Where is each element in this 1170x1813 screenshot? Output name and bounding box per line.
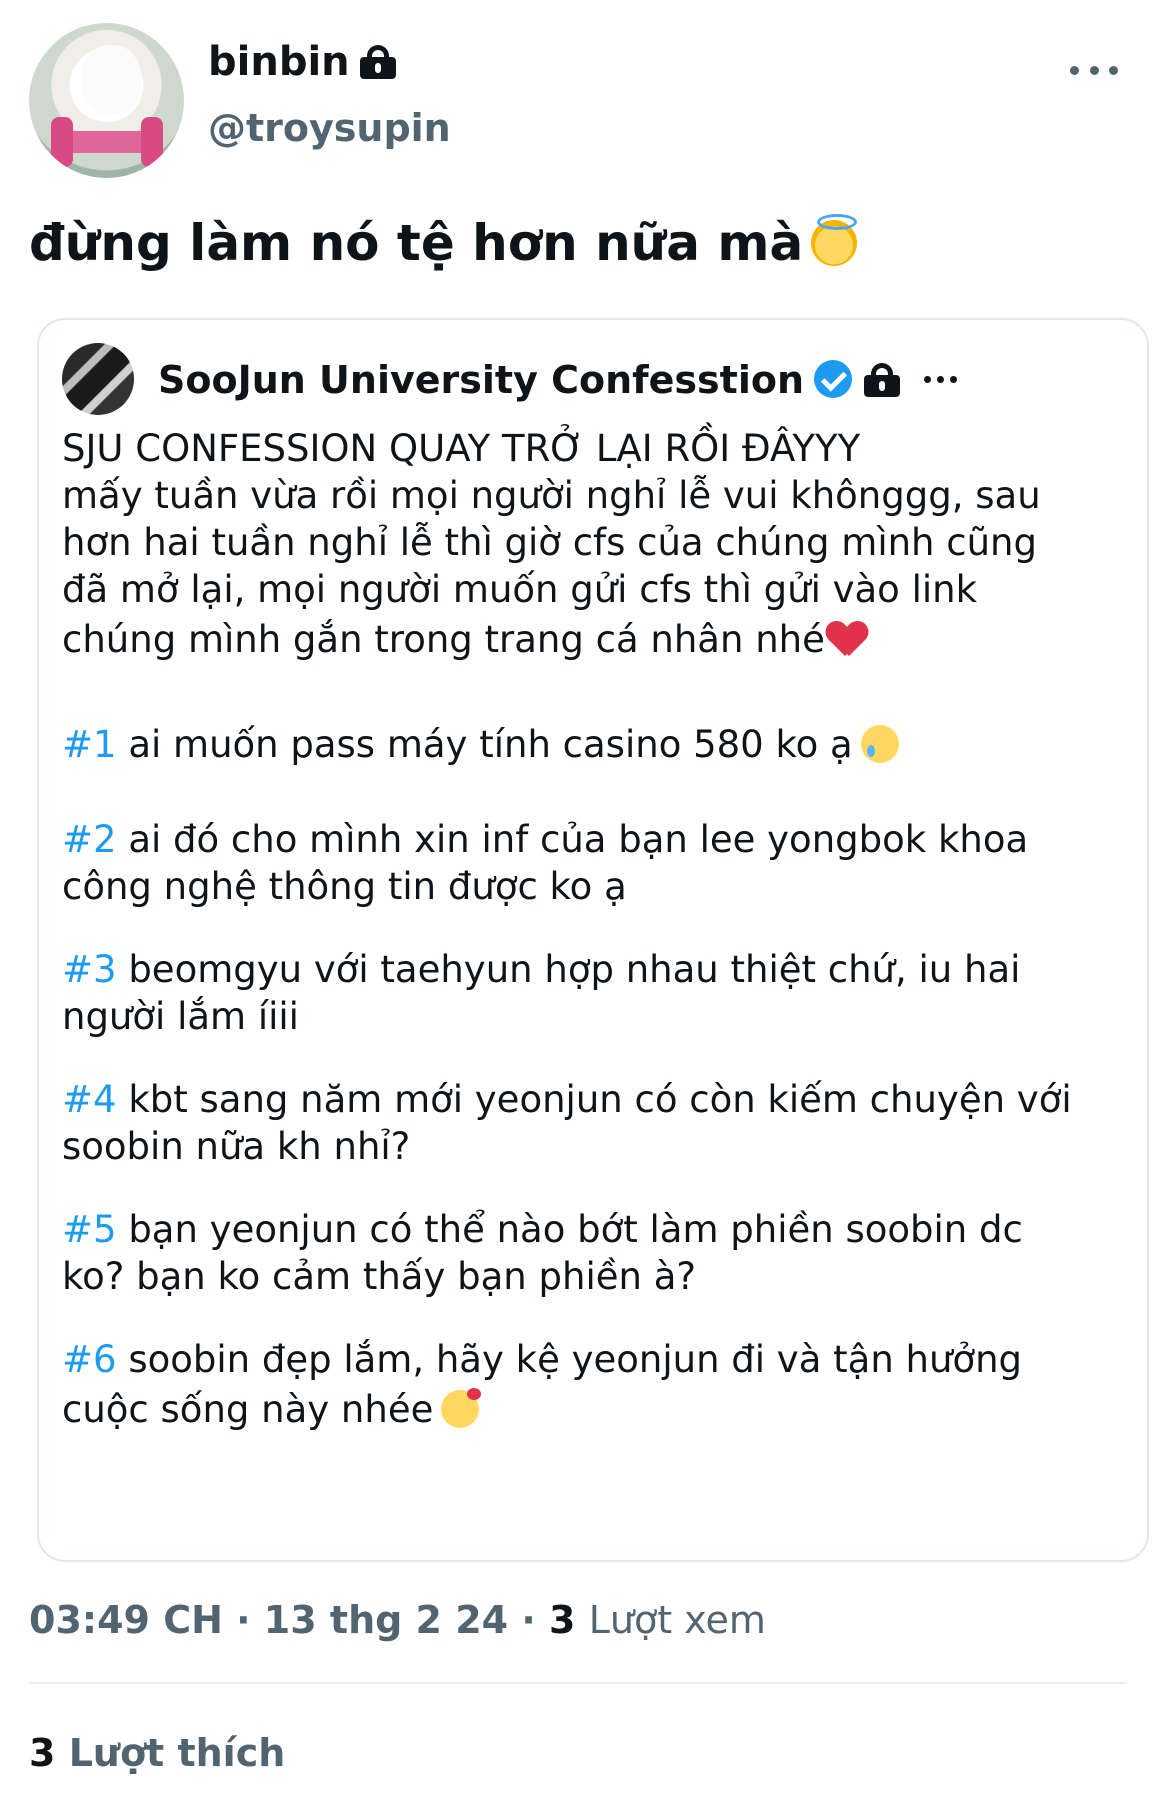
confession-text: người lắm íiii (62, 995, 299, 1038)
divider (29, 1682, 1127, 1684)
red-heart-icon (833, 622, 873, 658)
confession-text: công nghệ thông tin được ko ạ (62, 865, 627, 908)
confession-text: ai đó cho mình xin inf của bạn lee yongb… (128, 818, 1029, 861)
intro-line: đã mở lại, mọi người muốn gửi cfs thì gử… (62, 568, 978, 611)
quoted-tweet-body: SJU CONFESSION QUAY TRỞ LẠI RỒI ĐÂYYY mấ… (62, 425, 1122, 1433)
author-handle[interactable]: @troysupin (208, 102, 451, 154)
hashtag-link[interactable]: #5 (62, 1208, 117, 1251)
lock-icon (864, 363, 901, 397)
hashtag-link[interactable]: #6 (62, 1338, 117, 1381)
tweet-date[interactable]: 13 thg 2 24 (264, 1598, 508, 1642)
confession-item: #5 bạn yeonjun có thể nào bớt làm phiền … (62, 1206, 1122, 1253)
intro-line: SJU CONFESSION QUAY TRỞ LẠI RỒI ĐÂYYY (62, 427, 861, 470)
confession-text: beomgyu với taehyun hợp nhau thiệt chứ, … (128, 948, 1021, 991)
avatar-face (81, 45, 141, 115)
confession-item: #4 kbt sang năm mới yeonjun có còn kiếm … (62, 1076, 1122, 1123)
quoted-avatar[interactable] (62, 343, 134, 415)
author-display-name[interactable]: binbin (208, 36, 396, 88)
confession-text: soobin đẹp lắm, hãy kệ yeonjun đi và tận… (128, 1338, 1023, 1381)
likes-count: 3 (29, 1731, 56, 1775)
confession-text: ai muốn pass máy tính casino 580 ko ạ (128, 723, 853, 766)
author-avatar[interactable] (29, 23, 184, 178)
quoted-more-icon (924, 376, 957, 383)
confession-text: cuộc sống này nhée (62, 1388, 434, 1431)
views-label: Lượt xem (588, 1598, 766, 1642)
tweet-time[interactable]: 03:49 CH (29, 1598, 223, 1642)
smiling-face-with-halo-icon (811, 214, 858, 266)
confession-item: #1 ai muốn pass máy tính casino 580 ko ạ (62, 721, 1122, 768)
intro-line: chúng mình gắn trong trang cá nhân nhé (62, 616, 1122, 663)
quoted-author-name[interactable]: SooJun University Confesstion (158, 355, 901, 405)
confession-item: #6 soobin đẹp lắm, hãy kệ yeonjun đi và … (62, 1336, 1122, 1383)
avatar-dumbbell (51, 117, 163, 167)
tweet-text-content: đừng làm nó tệ hơn nữa mà (29, 214, 804, 272)
hashtag-link[interactable]: #2 (62, 818, 117, 861)
tweet-meta: 03:49 CH · 13 thg 2 24 · 3 Lượt xem (29, 1598, 766, 1642)
confession-text: bạn yeonjun có thể nào bớt làm phiền soo… (128, 1208, 1023, 1251)
hashtag-link[interactable]: #1 (62, 723, 117, 766)
confession-item: #2 ai đó cho mình xin inf của bạn lee yo… (62, 816, 1122, 863)
confession-text: kbt sang năm mới yeonjun có còn kiếm chu… (128, 1078, 1072, 1121)
intro-line: hơn hai tuần nghỉ lễ thì giờ cfs của chú… (62, 521, 1037, 564)
quoted-name-text: SooJun University Confesstion (158, 358, 805, 402)
likes-label: Lượt thích (68, 1731, 286, 1775)
hashtag-link[interactable]: #3 (62, 948, 117, 991)
likes-link[interactable]: 3 Lượt thích (29, 1728, 285, 1778)
tweet-text: đừng làm nó tệ hơn nữa mà (29, 210, 858, 276)
intro-line: mấy tuần vừa rồi mọi người nghỉ lễ vui k… (62, 474, 1041, 517)
views-count: 3 (549, 1598, 576, 1642)
display-name-text: binbin (208, 39, 350, 85)
hashtag-link[interactable]: #4 (62, 1078, 117, 1121)
crying-face-icon (860, 725, 899, 763)
face-blowing-kiss-icon (441, 1388, 482, 1428)
confession-text: ko? bạn ko cảm thấy bạn phiền à? (62, 1255, 697, 1298)
confession-item: cuộc sống này nhée (62, 1386, 1122, 1433)
confession-text: soobin nữa kh nhỉ? (62, 1125, 411, 1168)
lock-icon (359, 45, 396, 79)
confession-item: #3 beomgyu với taehyun hợp nhau thiệt ch… (62, 946, 1122, 993)
intro-line-text: chúng mình gắn trong trang cá nhân nhé (62, 618, 825, 661)
verified-badge-icon (814, 360, 853, 398)
more-options-icon[interactable] (1070, 58, 1118, 82)
